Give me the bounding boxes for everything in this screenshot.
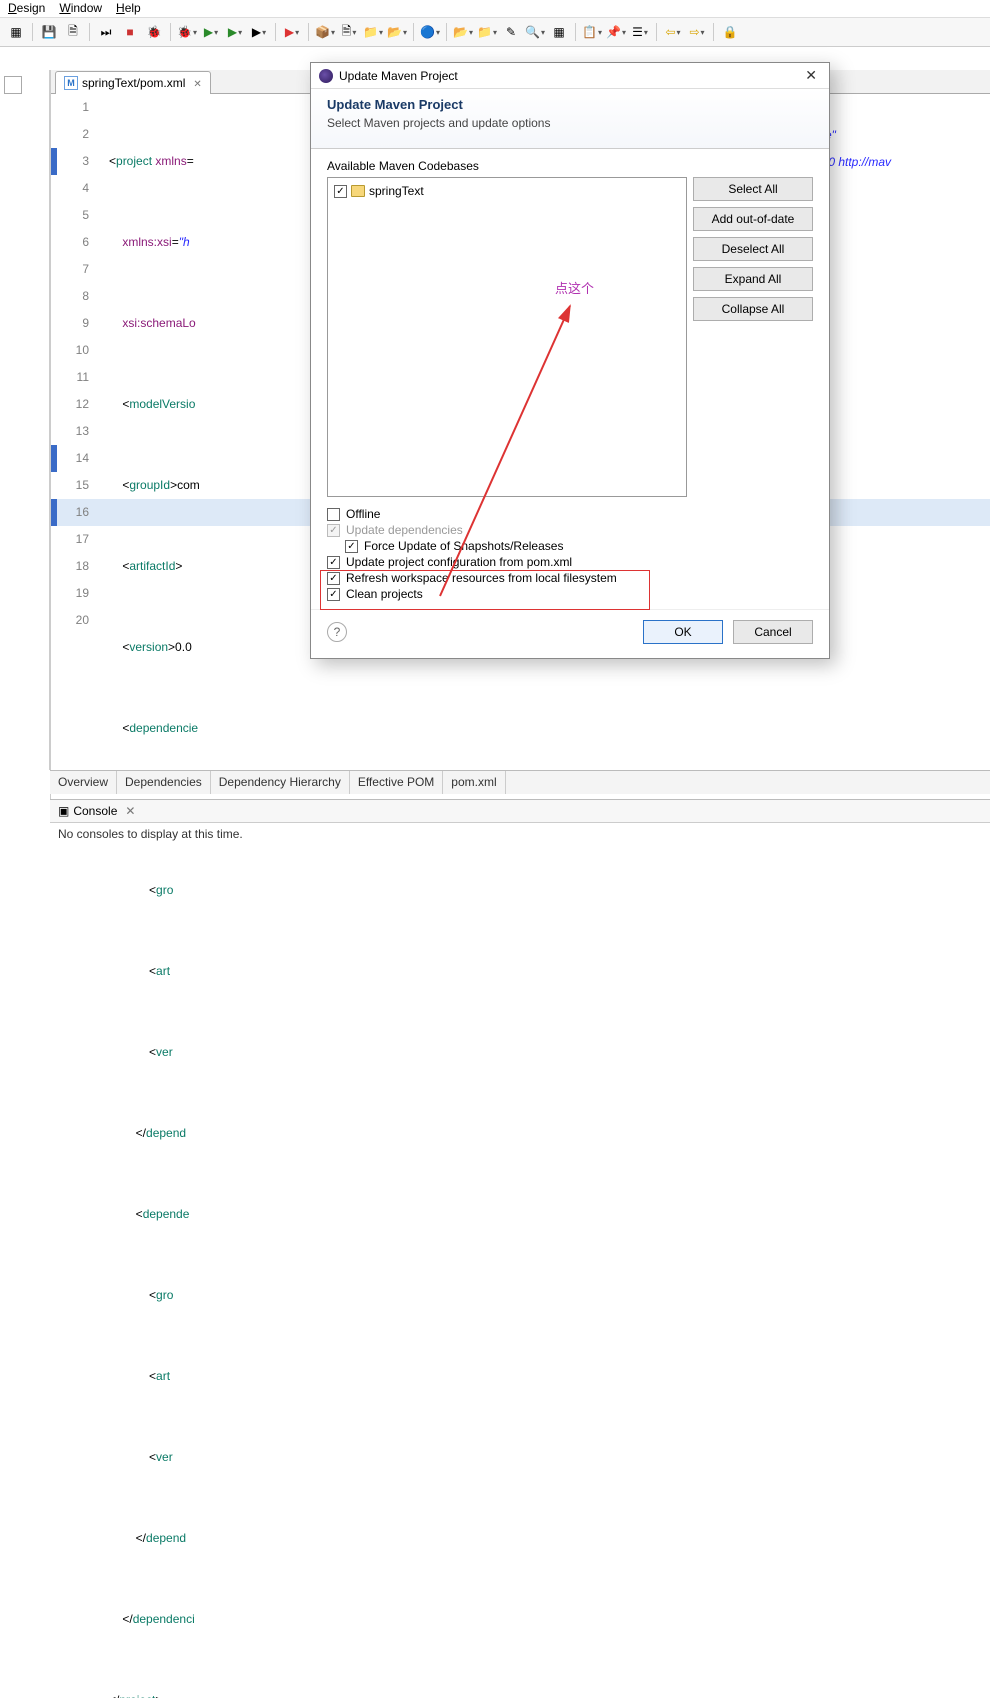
debug-run-icon[interactable]: 🐞 [177, 22, 197, 42]
annotation-text: 点这个 [555, 278, 594, 297]
dialog-footer: ? OK Cancel [311, 609, 829, 658]
available-label: Available Maven Codebases [327, 159, 813, 173]
new-project-icon[interactable]: 📁 [363, 22, 383, 42]
menu-window[interactable]: Window [59, 1, 102, 15]
dialog-heading: Update Maven Project [327, 97, 813, 112]
filter-icon[interactable]: ☰ [630, 22, 650, 42]
force-update-check[interactable]: Force Update of Snapshots/Releases [345, 539, 813, 553]
task-icon[interactable]: 📋 [582, 22, 602, 42]
codebase-tree[interactable]: springText [327, 177, 687, 497]
new-class-icon[interactable]: 🗎 [339, 22, 359, 42]
editor-tab[interactable]: M springText/pom.xml [55, 71, 211, 94]
options-checks: Offline Update dependencies Force Update… [327, 507, 813, 601]
code-overflow: .0 http://mav [825, 149, 891, 176]
refresh-workspace-check[interactable]: Refresh workspace resources from local f… [327, 571, 813, 585]
update-deps-check: Update dependencies [327, 523, 813, 537]
console-body: No consoles to display at this time. [50, 823, 990, 845]
tree-checkbox[interactable] [334, 185, 347, 198]
tab-pomxml[interactable]: pom.xml [443, 771, 505, 794]
ok-button[interactable]: OK [643, 620, 723, 644]
close-tab-icon[interactable] [189, 76, 201, 90]
tool-icon[interactable]: ▦ [6, 22, 26, 42]
select-all-button[interactable]: Select All [693, 177, 813, 201]
close-dialog-icon[interactable]: ✕ [801, 67, 821, 84]
update-config-check[interactable]: Update project configuration from pom.xm… [327, 555, 813, 569]
save-all-icon[interactable]: 🗎 [63, 22, 83, 42]
skip-icon[interactable]: ⏭ [96, 22, 116, 42]
folder-icon[interactable]: 📁 [477, 22, 497, 42]
run-last-icon[interactable]: ▶ [282, 22, 302, 42]
dialog-subtitle: Select Maven projects and update options [327, 116, 813, 130]
coverage-icon[interactable]: ▶ [249, 22, 269, 42]
console-label: Console [73, 804, 117, 818]
eclipse-icon [319, 69, 333, 83]
update-maven-dialog: Update Maven Project ✕ Update Maven Proj… [310, 62, 830, 659]
menu-bar: Design Window Help [0, 0, 990, 17]
tree-buttons: Select All Add out-of-date Deselect All … [693, 177, 813, 497]
bug-icon[interactable]: 🐞 [144, 22, 164, 42]
lock-icon[interactable]: 🔒 [720, 22, 740, 42]
tree-item-label: springText [369, 184, 424, 198]
cancel-button[interactable]: Cancel [733, 620, 813, 644]
new-folder-icon[interactable]: 📂 [387, 22, 407, 42]
clean-projects-check[interactable]: Clean projects [327, 587, 813, 601]
toolbar: ▦ 💾 🗎 ⏭ ■ 🐞 🐞 ▶ ▶ ▶ ▶ 📦 🗎 📁 📂 🔵 📂 📁 ✎ 🔍 … [0, 17, 990, 47]
stop-icon[interactable]: ■ [120, 22, 140, 42]
deselect-all-button[interactable]: Deselect All [693, 237, 813, 261]
console-view: ▣ Console ✕ No consoles to display at th… [50, 799, 990, 849]
menu-design[interactable]: Design [8, 1, 45, 15]
help-icon[interactable]: ? [327, 622, 347, 642]
editor-tab-label: springText/pom.xml [82, 76, 185, 90]
offline-check[interactable]: Offline [327, 507, 813, 521]
pom-editor-tabs: Overview Dependencies Dependency Hierarc… [50, 770, 990, 794]
close-console-icon[interactable]: ✕ [125, 804, 135, 818]
collapse-all-button[interactable]: Collapse All [693, 297, 813, 321]
pin-icon[interactable]: 📌 [606, 22, 626, 42]
forward-icon[interactable]: ⇨ [687, 22, 707, 42]
folder-open-icon[interactable]: 📂 [453, 22, 473, 42]
save-icon[interactable]: 💾 [39, 22, 59, 42]
add-out-of-date-button[interactable]: Add out-of-date [693, 207, 813, 231]
line-gutter: 1234567891011121314151617181920 [51, 94, 109, 634]
edit-icon[interactable]: ✎ [501, 22, 521, 42]
console-tab[interactable]: ▣ Console ✕ [50, 800, 990, 823]
dialog-title: Update Maven Project [339, 69, 458, 83]
tab-dependency-hierarchy[interactable]: Dependency Hierarchy [211, 771, 350, 794]
project-folder-icon [351, 185, 365, 197]
grid-icon[interactable]: ▦ [549, 22, 569, 42]
tab-overview[interactable]: Overview [50, 771, 117, 794]
dialog-titlebar[interactable]: Update Maven Project ✕ [311, 63, 829, 89]
maven-file-icon: M [64, 76, 78, 90]
tab-dependencies[interactable]: Dependencies [117, 771, 211, 794]
run-icon[interactable]: ▶ [201, 22, 221, 42]
left-trim [0, 70, 50, 770]
dialog-banner: Update Maven Project Select Maven projec… [311, 89, 829, 149]
tab-effective-pom[interactable]: Effective POM [350, 771, 443, 794]
console-icon: ▣ [58, 804, 69, 818]
new-package-icon[interactable]: 📦 [315, 22, 335, 42]
open-type-icon[interactable]: 🔵 [420, 22, 440, 42]
menu-help[interactable]: Help [116, 1, 141, 15]
view-toggle-icon[interactable] [4, 76, 22, 94]
expand-all-button[interactable]: Expand All [693, 267, 813, 291]
run-ext-icon[interactable]: ▶ [225, 22, 245, 42]
code-body[interactable]: <project xmlns= xmlns:xsi="h xsi:schemaL… [109, 94, 200, 1698]
tree-item[interactable]: springText [334, 184, 680, 198]
search-icon[interactable]: 🔍 [525, 22, 545, 42]
back-icon[interactable]: ⇦ [663, 22, 683, 42]
